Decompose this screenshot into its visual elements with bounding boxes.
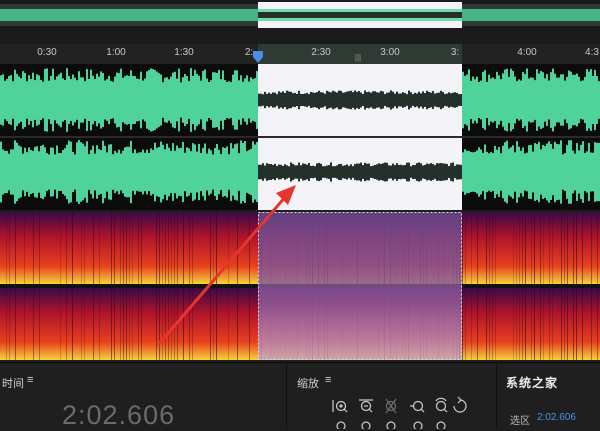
zoom-icon[interactable]	[361, 421, 371, 429]
zoom-in-time-icon[interactable]	[385, 398, 397, 414]
panel-divider	[286, 363, 287, 430]
zoom-out-amplitude-icon[interactable]	[359, 399, 373, 413]
zoom-toolbar-row2	[336, 421, 446, 429]
selection-value[interactable]: 2:02.606	[537, 412, 576, 423]
zoom-icon[interactable]	[436, 421, 446, 429]
time-readout: 2:02.606	[62, 400, 176, 430]
zoom-full-icon[interactable]	[336, 421, 346, 429]
zoom-out-time-icon[interactable]	[410, 400, 425, 413]
zoom-selection-icon[interactable]	[453, 396, 467, 413]
zoom-panel-menu-icon[interactable]: ≡	[325, 374, 331, 386]
zoom-in-amplitude-icon[interactable]	[332, 400, 348, 413]
watermark-logo: 系统之家	[506, 376, 559, 390]
zoom-icon[interactable]	[386, 421, 396, 429]
zoom-panel-title: 缩放	[297, 378, 319, 390]
time-panel-title: 时间	[2, 378, 24, 390]
zoom-icon[interactable]	[413, 421, 423, 429]
selection-label: 选区	[510, 416, 530, 427]
zoom-toolbar	[332, 396, 467, 414]
panel-divider	[496, 362, 497, 429]
zoom-reset-icon[interactable]	[435, 397, 448, 413]
time-panel-menu-icon[interactable]: ≡	[27, 374, 33, 386]
